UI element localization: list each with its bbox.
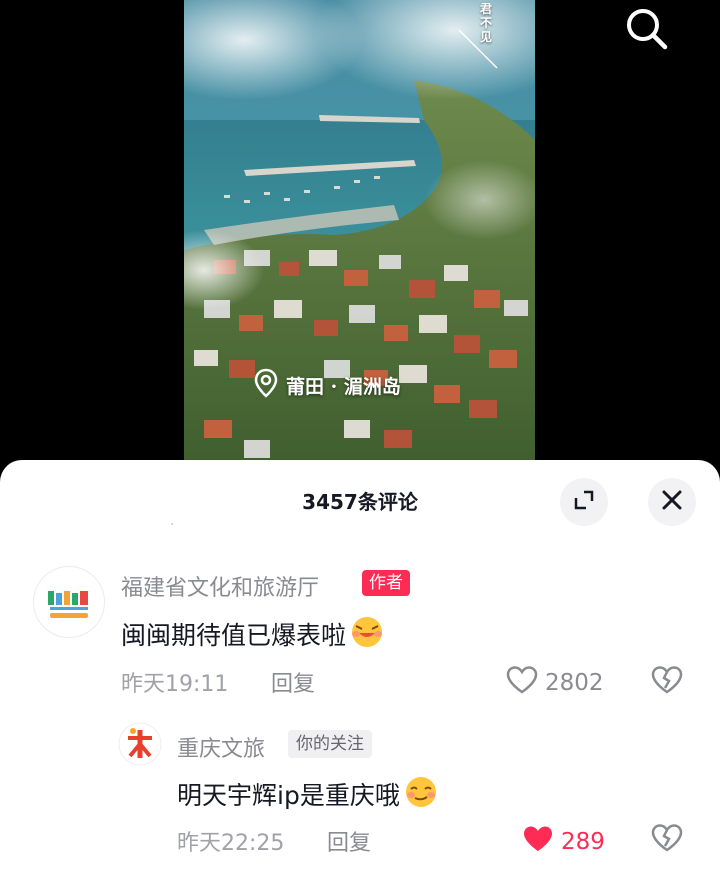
video-frame[interactable]: 君不见 莆田 · 湄洲岛 <box>184 0 535 470</box>
avatar[interactable] <box>118 722 162 766</box>
comment-username[interactable]: 福建省文化和旅游厅 <box>121 570 319 602</box>
like-count: 289 <box>561 829 605 855</box>
emoji-grimace-icon <box>348 614 386 654</box>
dislike-button[interactable] <box>650 822 684 856</box>
comment-text: 闽闽期待值已爆表啦 <box>121 614 386 654</box>
dislike-button[interactable] <box>650 664 684 698</box>
video-player[interactable]: 君不见 莆田 · 湄洲岛 <box>0 0 720 470</box>
comment-sheet: 3457条评论 · 福建省文化和旅游厅 作者 闽闽期待值已爆表啦 昨天19:11… <box>0 460 720 884</box>
avatar-logo <box>48 591 88 618</box>
close-icon <box>661 489 683 515</box>
broken-heart-icon <box>650 666 684 700</box>
avatar[interactable] <box>33 566 105 638</box>
comment-text-content: 明天宇辉ip是重庆哦 <box>177 781 400 810</box>
video-vertical-caption: 君不见 <box>480 2 493 44</box>
comment-text: 明天宇辉ip是重庆哦 <box>177 774 440 814</box>
heart-outline-icon <box>505 665 539 701</box>
broken-heart-icon <box>650 824 684 858</box>
comment-timestamp: 昨天19:11 <box>121 672 229 697</box>
search-icon[interactable] <box>622 4 672 54</box>
scrolled-text-remnant: · <box>170 518 175 528</box>
like-button[interactable]: 289 <box>521 824 605 860</box>
emoji-smirk-icon <box>402 774 440 814</box>
location-pin-icon <box>254 368 278 403</box>
reply-button[interactable]: 回复 <box>271 666 315 698</box>
location-tag[interactable]: 莆田 · 湄洲岛 <box>254 368 401 403</box>
expand-button[interactable] <box>560 478 608 526</box>
comment-count-title: 3457条评论 <box>302 490 418 514</box>
comment-text-content: 闽闽期待值已爆表啦 <box>121 621 347 650</box>
reply-button[interactable]: 回复 <box>327 825 371 857</box>
close-button[interactable] <box>648 478 696 526</box>
following-badge: 你的关注 <box>288 730 372 758</box>
comment-timestamp: 昨天22:25 <box>177 831 285 856</box>
avatar-logo <box>118 722 162 766</box>
comment-username[interactable]: 重庆文旅 <box>177 731 265 763</box>
like-count: 2802 <box>545 670 604 696</box>
heart-filled-icon <box>521 824 555 860</box>
author-badge: 作者 <box>362 570 410 596</box>
expand-icon <box>572 488 596 516</box>
like-button[interactable]: 2802 <box>505 665 604 701</box>
location-label: 莆田 · 湄洲岛 <box>286 376 401 398</box>
